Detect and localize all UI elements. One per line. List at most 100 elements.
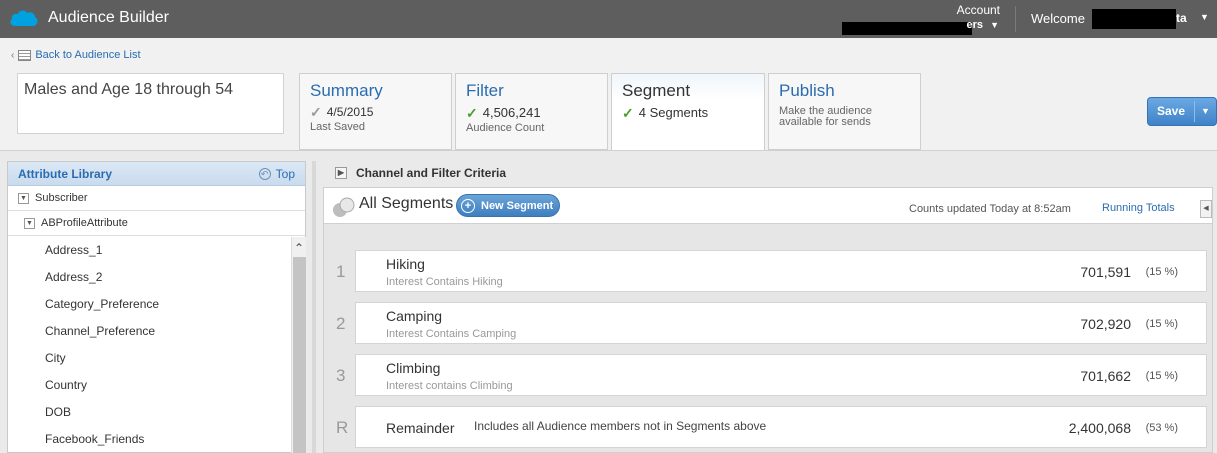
segment-card[interactable]: Camping Interest Contains Camping 702,92… (355, 302, 1207, 344)
back-to-audience-list-link[interactable]: ‹ Back to Audience List (11, 48, 141, 62)
top-bar: Audience Builder Account ers ▼ Welcome t… (0, 0, 1217, 38)
attribute-item[interactable]: DOB (8, 399, 291, 426)
collapse-panel-icon[interactable]: ◀ (1200, 200, 1212, 218)
segment-count: 701,662 (1080, 368, 1131, 384)
top-label: Top (275, 166, 295, 181)
collapse-toggle-icon[interactable]: ▼ (24, 217, 35, 229)
new-segment-label: New Segment (481, 199, 554, 212)
save-options-caret-icon[interactable]: ▼ (1195, 98, 1216, 125)
segment-number: 2 (336, 314, 346, 333)
chevron-down-icon[interactable]: ▼ (1200, 12, 1209, 22)
plus-icon: + (461, 198, 475, 213)
segments-header: All Segments + New Segment Counts update… (324, 188, 1212, 224)
tree-node-label: Subscriber (35, 192, 88, 204)
panel-splitter[interactable] (312, 161, 316, 453)
check-icon: ✓ (310, 104, 322, 120)
account-label: Account (956, 3, 1000, 17)
channel-filter-criteria-toggle[interactable]: ▶ Channel and Filter Criteria (335, 166, 506, 180)
segment-row: 1 Hiking Interest Contains Hiking 701,59… (324, 250, 1212, 294)
remainder-card[interactable]: Remainder Includes all Audience members … (355, 406, 1207, 448)
attribute-library-panel: Attribute Library ↶ Top ▼ Subscriber ▼ A… (7, 161, 306, 453)
user-name-value[interactable]: ta (1176, 11, 1187, 25)
collapse-toggle-icon[interactable]: ▼ (18, 192, 29, 204)
check-icon: ✓ (622, 104, 634, 121)
criteria-label: Channel and Filter Criteria (356, 166, 507, 180)
running-totals-link[interactable]: Running Totals (1102, 202, 1175, 214)
step-subtitle: Audience Count (466, 122, 545, 134)
segment-card[interactable]: Hiking Interest Contains Hiking 701,591 … (355, 250, 1207, 292)
segment-count: 701,591 (1080, 264, 1131, 280)
all-segments-title: All Segments (359, 195, 454, 212)
remainder-name: Remainder (386, 420, 455, 436)
tab-summary[interactable]: Summary ✓ 4/5/2015 Last Saved (299, 73, 452, 150)
attribute-item[interactable]: Facebook_Friends (8, 426, 291, 453)
tab-filter[interactable]: Filter ✓ 4,506,241 Audience Count (455, 73, 608, 150)
attribute-item[interactable]: City (8, 345, 291, 372)
segment-criteria: Interest Contains Camping (386, 328, 517, 340)
segment-name: Hiking (386, 256, 425, 272)
segments-panel: All Segments + New Segment Counts update… (323, 187, 1213, 453)
remainder-marker: R (336, 418, 349, 437)
redacted-account-name (842, 22, 972, 35)
remainder-row: R Remainder Includes all Audience member… (324, 406, 1212, 450)
tab-segment[interactable]: Segment ✓ 4 Segments (611, 73, 765, 151)
tab-publish[interactable]: Publish Make the audience available for … (768, 73, 921, 150)
tree-node-subscriber[interactable]: ▼ Subscriber (8, 186, 305, 211)
scrollbar-thumb[interactable] (293, 257, 306, 453)
attribute-library-title: Attribute Library (18, 166, 113, 181)
attribute-item[interactable]: Country (8, 372, 291, 399)
new-segment-button[interactable]: + New Segment (456, 194, 560, 217)
segment-name: Climbing (386, 360, 441, 376)
segment-percent: (15 %) (1145, 266, 1178, 278)
step-title: Publish (779, 81, 835, 100)
segment-criteria: Interest Contains Hiking (386, 276, 503, 288)
attribute-list-scrollbar[interactable]: ⌃ (291, 237, 306, 453)
salesforce-cloud-logo[interactable] (9, 8, 39, 28)
remainder-count: 2,400,068 (1068, 420, 1131, 436)
list-icon (18, 49, 32, 61)
segment-percent: (15 %) (1145, 318, 1178, 330)
attribute-list: Address_1 Address_2 Category_Preference … (8, 237, 291, 453)
remainder-percent: (53 %) (1145, 422, 1178, 434)
segment-number: 1 (336, 262, 346, 281)
scroll-up-icon[interactable]: ⌃ (292, 237, 306, 257)
chevron-down-icon: ▼ (990, 20, 999, 30)
segment-row: 3 Climbing Interest contains Climbing 70… (324, 354, 1212, 398)
divider (1015, 6, 1016, 32)
segment-card[interactable]: Climbing Interest contains Climbing 701,… (355, 354, 1207, 396)
segment-count: 702,920 (1080, 316, 1131, 332)
app-title: Audience Builder (48, 9, 169, 26)
account-menu[interactable]: Account ers ▼ (840, 3, 1000, 35)
return-top-icon: ↶ (258, 167, 271, 180)
check-icon: ✓ (466, 104, 478, 121)
account-value: ers (966, 19, 983, 31)
remainder-description: Includes all Audience members not in Seg… (474, 419, 767, 433)
step-title: Segment (622, 81, 691, 100)
expand-icon[interactable]: ▶ (335, 167, 347, 179)
top-link[interactable]: ↶ Top (258, 166, 295, 181)
back-link-label: Back to Audience List (35, 49, 141, 61)
tree-node-label: ABProfileAttribute (41, 217, 128, 229)
segment-row: 2 Camping Interest Contains Camping 702,… (324, 302, 1212, 346)
segment-criteria: Interest contains Climbing (386, 380, 513, 392)
redacted-user-name (1092, 9, 1176, 29)
publish-description: Make the audience available for sends (779, 105, 872, 128)
step-title: Filter (466, 81, 504, 100)
attribute-item[interactable]: Channel_Preference (8, 318, 291, 345)
tree-node-abprofileattribute[interactable]: ▼ ABProfileAttribute (8, 211, 305, 236)
chevron-left-icon: ‹ (11, 49, 15, 61)
segment-count: 4 Segments (638, 105, 709, 120)
welcome-label: Welcome (1031, 11, 1085, 26)
last-saved-date: 4/5/2015 (326, 105, 374, 119)
segment-name: Camping (386, 308, 443, 324)
audience-count: 4,506,241 (482, 105, 541, 120)
audience-name-field[interactable]: Males and Age 18 through 54 (17, 73, 284, 134)
save-button[interactable]: Save ▼ (1147, 97, 1217, 126)
attribute-item[interactable]: Address_2 (8, 264, 291, 291)
attribute-item[interactable]: Address_1 (8, 237, 291, 264)
save-label[interactable]: Save (1148, 98, 1194, 125)
attribute-item[interactable]: Category_Preference (8, 291, 291, 318)
step-title: Summary (310, 81, 383, 100)
step-subtitle: Last Saved (310, 121, 366, 133)
segment-number: 3 (336, 366, 346, 385)
